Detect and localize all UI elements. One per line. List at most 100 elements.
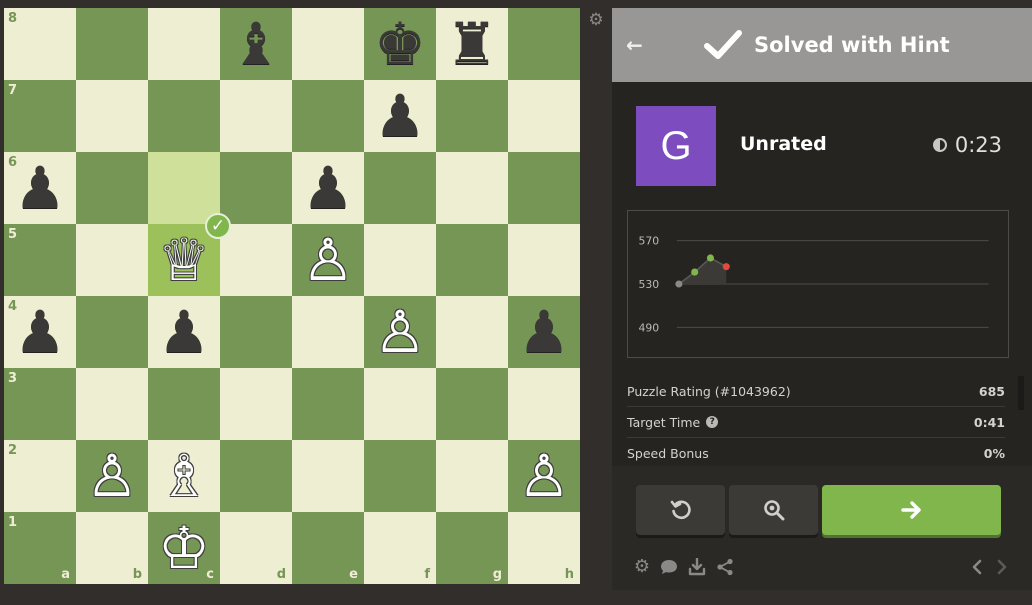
- retry-button[interactable]: [636, 485, 725, 535]
- square-d6[interactable]: [220, 152, 292, 224]
- stat-row-target-time: Target Time ? 0:41: [627, 407, 1005, 438]
- y-tick-label: 530: [638, 278, 659, 291]
- rank-label: 1: [8, 515, 18, 530]
- black-bishop-icon[interactable]: ♝: [220, 8, 292, 80]
- square-f6[interactable]: [364, 152, 436, 224]
- square-g5[interactable]: [436, 224, 508, 296]
- square-f1[interactable]: f: [364, 512, 436, 584]
- square-h8[interactable]: [508, 8, 580, 80]
- black-pawn-icon[interactable]: ♟: [364, 80, 436, 152]
- square-d5[interactable]: [220, 224, 292, 296]
- square-b6[interactable]: [76, 152, 148, 224]
- square-h7[interactable]: [508, 80, 580, 152]
- square-h6[interactable]: [508, 152, 580, 224]
- square-a3[interactable]: 3: [4, 368, 76, 440]
- square-b3[interactable]: [76, 368, 148, 440]
- download-icon[interactable]: [687, 557, 707, 577]
- chess-board[interactable]: 8 7 6 5 4 3 2 1 a b c d e f g h ♝ ♚ ♜ ♟ ♟ ♟ ♕ ♙ ♟ ♟ ♙ ♟ ♙ ♗ ♙ ♔ ✓: [4, 8, 580, 584]
- black-king-icon[interactable]: ♚: [364, 8, 436, 80]
- square-h5[interactable]: [508, 224, 580, 296]
- analysis-button[interactable]: [729, 485, 818, 535]
- black-pawn-icon[interactable]: ♟: [4, 296, 76, 368]
- square-b1[interactable]: b: [76, 512, 148, 584]
- square-g7[interactable]: [436, 80, 508, 152]
- square-e4[interactable]: [292, 296, 364, 368]
- square-c8[interactable]: [148, 8, 220, 80]
- square-a8[interactable]: 8: [4, 8, 76, 80]
- square-g4[interactable]: [436, 296, 508, 368]
- square-e7[interactable]: [292, 80, 364, 152]
- file-label: g: [492, 567, 502, 582]
- square-c7[interactable]: [148, 80, 220, 152]
- white-king-icon[interactable]: ♔: [148, 512, 220, 584]
- square-e2[interactable]: [292, 440, 364, 512]
- square-h3[interactable]: [508, 368, 580, 440]
- square-e1[interactable]: e: [292, 512, 364, 584]
- black-pawn-icon[interactable]: ♟: [148, 296, 220, 368]
- black-pawn-icon[interactable]: ♟: [292, 152, 364, 224]
- square-g1[interactable]: g: [436, 512, 508, 584]
- black-rook-icon[interactable]: ♜: [436, 8, 508, 80]
- square-b5[interactable]: [76, 224, 148, 296]
- rank-label: 5: [8, 227, 18, 242]
- chat-icon[interactable]: [659, 557, 679, 577]
- square-g2[interactable]: [436, 440, 508, 512]
- panel-header: ← Solved with Hint: [612, 8, 1032, 82]
- white-pawn-icon[interactable]: ♙: [508, 440, 580, 512]
- square-h1[interactable]: h: [508, 512, 580, 584]
- square-e8[interactable]: [292, 8, 364, 80]
- help-icon[interactable]: ?: [706, 416, 719, 428]
- next-puzzle-button[interactable]: [822, 485, 1001, 535]
- arrow-right-icon: [900, 501, 921, 519]
- y-tick-label: 490: [638, 321, 659, 334]
- avatar[interactable]: G: [636, 106, 716, 186]
- chevron-left-icon[interactable]: [967, 557, 987, 577]
- board-settings-gear-icon[interactable]: ⚙: [587, 11, 605, 29]
- rank-label: 8: [8, 11, 18, 26]
- stat-label-wrap: Target Time ?: [627, 415, 719, 430]
- rating-area: [678, 257, 727, 284]
- square-f5[interactable]: [364, 224, 436, 296]
- stats-list: Puzzle Rating (#1043962) 685 Target Time…: [627, 376, 1005, 469]
- square-d7[interactable]: [220, 80, 292, 152]
- square-a7[interactable]: 7: [4, 80, 76, 152]
- y-tick-label: 570: [638, 235, 659, 248]
- black-pawn-icon[interactable]: ♟: [508, 296, 580, 368]
- file-label: a: [61, 567, 70, 582]
- square-b7[interactable]: [76, 80, 148, 152]
- square-c3[interactable]: [148, 368, 220, 440]
- square-g3[interactable]: [436, 368, 508, 440]
- white-bishop-icon[interactable]: ♗: [148, 440, 220, 512]
- square-d4[interactable]: [220, 296, 292, 368]
- rating-point: [675, 280, 683, 288]
- square-d3[interactable]: [220, 368, 292, 440]
- square-a1[interactable]: 1a: [4, 512, 76, 584]
- file-label: f: [424, 567, 430, 582]
- gear-icon[interactable]: ⚙: [632, 557, 652, 577]
- square-b8[interactable]: [76, 8, 148, 80]
- square-f2[interactable]: [364, 440, 436, 512]
- share-icon[interactable]: [715, 557, 735, 577]
- stat-value: 685: [978, 383, 1005, 399]
- header-status: Solved with Hint: [704, 28, 950, 62]
- square-a5[interactable]: 5: [4, 224, 76, 296]
- square-d2[interactable]: [220, 440, 292, 512]
- black-pawn-icon[interactable]: ♟: [4, 152, 76, 224]
- white-pawn-icon[interactable]: ♙: [292, 224, 364, 296]
- rank-label: 2: [8, 443, 18, 458]
- half-circle-clock-icon: [932, 138, 947, 152]
- square-g6[interactable]: [436, 152, 508, 224]
- square-a2[interactable]: 2: [4, 440, 76, 512]
- square-b4[interactable]: [76, 296, 148, 368]
- square-e3[interactable]: [292, 368, 364, 440]
- header-title: Solved with Hint: [754, 33, 950, 57]
- white-pawn-icon[interactable]: ♙: [76, 440, 148, 512]
- stats-scrollbar[interactable]: [1018, 376, 1024, 410]
- square-c6[interactable]: [148, 152, 220, 224]
- magnifier-icon: [763, 500, 784, 521]
- chevron-right-icon[interactable]: [992, 557, 1012, 577]
- square-f3[interactable]: [364, 368, 436, 440]
- square-d1[interactable]: d: [220, 512, 292, 584]
- back-arrow-icon[interactable]: ←: [626, 34, 646, 56]
- white-pawn-icon[interactable]: ♙: [364, 296, 436, 368]
